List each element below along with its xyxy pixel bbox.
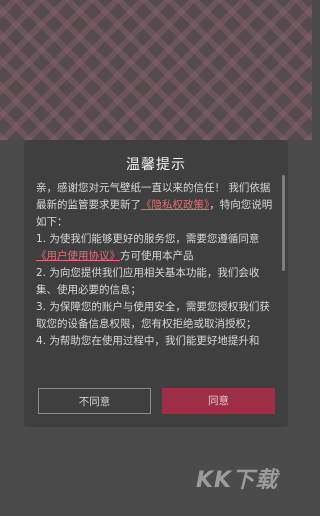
user-agreement-link[interactable]: 《用户使用协议》 [36,250,120,262]
intro-paragraph: 亲，感谢您对元气壁纸一直以来的信任！ 我们依据最新的监管要求更新了《隐私权政策》… [36,180,276,231]
item-1-tail: 方可使用本产品 [120,250,194,262]
item-1: 1. 为使我们能够更好的服务您，需要您遵循同意《用户使用协议》方可使用本产品 [36,231,276,265]
privacy-dialog: 温馨提示 亲，感谢您对元气壁纸一直以来的信任！ 我们依据最新的监管要求更新了《隐… [24,140,288,427]
scrollbar[interactable] [282,175,285,271]
dialog-content[interactable]: 亲，感谢您对元气壁纸一直以来的信任！ 我们依据最新的监管要求更新了《隐私权政策》… [36,180,276,370]
watermark-logo: KK下载 [196,468,279,493]
item-2: 2. 为向您提供我们应用相关基本功能，我们会收集、使用必要的信息； [36,267,260,296]
disagree-button[interactable]: 不同意 [38,388,151,414]
item-1-text: 1. 为使我们能够更好的服务您，需要您遵循同意 [36,233,260,245]
dialog-title: 温馨提示 [126,157,186,173]
background-pattern [0,0,312,140]
content-fade [24,360,288,376]
item-3: 3. 为保障您的账户与使用安全，需要您授权我们获取您的设备信息权限，您有权拒绝或… [36,301,270,330]
privacy-policy-link[interactable]: 《隐私权政策》 [141,199,209,211]
agree-button[interactable]: 同意 [162,388,275,414]
item-4: 4. 为帮助您在使用过程中，我们能更好地提升和 [36,335,260,347]
